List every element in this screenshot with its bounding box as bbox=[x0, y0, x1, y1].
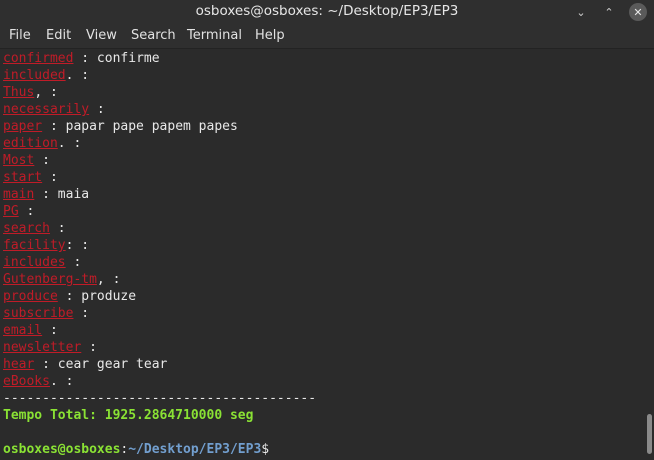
menu-view[interactable]: View bbox=[86, 28, 117, 43]
suggestion-text: , : bbox=[96, 272, 121, 287]
output-line: eBooks. : bbox=[3, 373, 73, 390]
word-text: paper bbox=[3, 119, 43, 134]
output-line: paper : papar pape papem papes bbox=[3, 118, 238, 135]
word-text: necessarily bbox=[3, 102, 90, 117]
menu-edit[interactable]: Edit bbox=[46, 28, 71, 43]
word-text: hear bbox=[3, 357, 35, 372]
suggestion-text: : confirme bbox=[73, 51, 160, 66]
word-text: Gutenberg-tm bbox=[3, 272, 97, 287]
menu-search[interactable]: Search bbox=[131, 28, 176, 43]
scrollbar[interactable] bbox=[644, 49, 654, 460]
output-line: confirmed : confirme bbox=[3, 50, 160, 67]
output-line: produce : produze bbox=[3, 288, 136, 305]
suggestion-text: : maia bbox=[34, 187, 90, 202]
total-time-line: Tempo Total: 1925.2864710000 seg bbox=[3, 408, 254, 423]
word-text: newsletter bbox=[3, 340, 82, 355]
output-line: includes : bbox=[3, 254, 81, 271]
output-line: Most : bbox=[3, 152, 50, 169]
window-title: osboxes@osboxes: ~/Desktop/EP3/EP3 bbox=[195, 3, 459, 19]
scrollbar-thumb[interactable] bbox=[647, 414, 652, 454]
output-line: Thus, : bbox=[3, 84, 58, 101]
word-text: search bbox=[3, 221, 50, 236]
suggestion-text: : bbox=[65, 255, 82, 270]
word-text: PG bbox=[3, 204, 19, 219]
menu-file[interactable]: File bbox=[9, 28, 31, 43]
close-icon[interactable]: ✕ bbox=[629, 3, 647, 21]
word-text: confirmed bbox=[3, 51, 74, 66]
prompt-line: osboxes@osboxes:~/Desktop/EP3/EP3$ bbox=[3, 441, 269, 458]
word-text: included bbox=[3, 68, 66, 83]
word-text: Most bbox=[3, 153, 35, 168]
output-line: newsletter : bbox=[3, 339, 97, 356]
suggestion-text: : bbox=[73, 306, 90, 321]
suggestion-text: : bbox=[34, 153, 50, 168]
suggestion-text: : bbox=[42, 323, 58, 338]
word-text: edition bbox=[3, 136, 58, 151]
output-line: main : maia bbox=[3, 186, 89, 203]
output-line: facility: : bbox=[3, 237, 89, 254]
output-line: Gutenberg-tm, : bbox=[3, 271, 120, 288]
suggestion-text: : papar pape papem papes bbox=[42, 119, 238, 134]
suggestion-text: : bbox=[18, 204, 35, 219]
menu-bar: File Edit View Search Terminal Help bbox=[0, 24, 654, 49]
suggestion-text: : bbox=[81, 340, 97, 355]
word-text: produce bbox=[3, 289, 58, 304]
prompt-symbol: $ bbox=[261, 442, 270, 457]
word-text: Thus bbox=[3, 85, 35, 100]
suggestion-text: . : bbox=[65, 68, 90, 83]
output-line: search : bbox=[3, 220, 66, 237]
word-text: start bbox=[3, 170, 43, 185]
word-text: main bbox=[3, 187, 35, 202]
output-line: edition. : bbox=[3, 135, 81, 152]
word-text: email bbox=[3, 323, 43, 338]
maximize-icon[interactable]: ⌃ bbox=[600, 3, 618, 21]
suggestion-text: . : bbox=[49, 374, 74, 389]
terminal-window: osboxes@osboxes: ~/Desktop/EP3/EP3 ⌄ ⌃ ✕… bbox=[0, 0, 654, 460]
suggestion-text: : bbox=[89, 102, 105, 117]
title-bar[interactable]: osboxes@osboxes: ~/Desktop/EP3/EP3 ⌄ ⌃ ✕ bbox=[0, 0, 654, 24]
word-text: subscribe bbox=[3, 306, 74, 321]
output-line: start : bbox=[3, 169, 58, 186]
suggestion-text: : bbox=[49, 221, 66, 236]
suggestion-text: , : bbox=[34, 85, 58, 100]
suggestion-text: : produze bbox=[57, 289, 137, 304]
word-text: eBooks bbox=[3, 374, 50, 389]
suggestion-text: : cear gear tear bbox=[34, 357, 168, 372]
prompt-user-host: osboxes@osboxes bbox=[3, 442, 121, 457]
menu-terminal[interactable]: Terminal bbox=[187, 28, 242, 43]
output-line: hear : cear gear tear bbox=[3, 356, 167, 373]
suggestion-text: : bbox=[42, 170, 58, 185]
output-line: necessarily : bbox=[3, 101, 105, 118]
suggestion-text: : : bbox=[65, 238, 90, 253]
output-line: subscribe : bbox=[3, 305, 89, 322]
minimize-icon[interactable]: ⌄ bbox=[572, 3, 590, 21]
menu-help[interactable]: Help bbox=[255, 28, 285, 43]
output-line: PG : bbox=[3, 203, 34, 220]
separator-line: ---------------------------------------- bbox=[3, 391, 317, 406]
word-text: includes bbox=[3, 255, 66, 270]
word-text: facility bbox=[3, 238, 66, 253]
prompt-path: ~/Desktop/EP3/EP3 bbox=[128, 442, 262, 457]
output-line: email : bbox=[3, 322, 58, 339]
suggestion-text: . : bbox=[57, 136, 82, 151]
output-line: included. : bbox=[3, 67, 89, 84]
terminal-output[interactable]: confirmed : confirme included. : Thus, :… bbox=[0, 49, 644, 460]
